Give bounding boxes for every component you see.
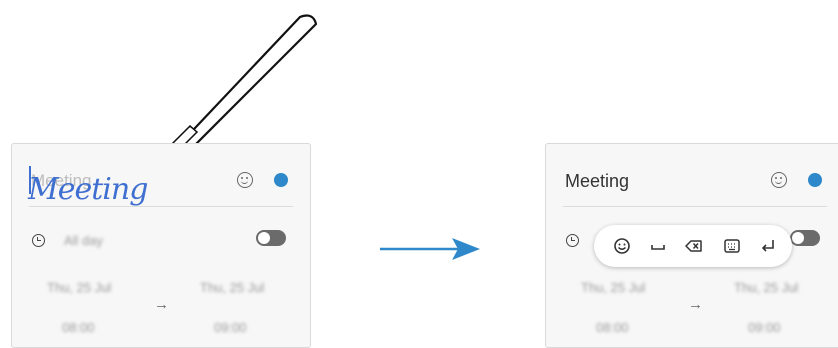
title-row: Meeting Meeting xyxy=(12,144,310,207)
title-text[interactable]: Meeting xyxy=(565,171,629,192)
date-range-arrow: → xyxy=(688,296,703,313)
emoji-icon[interactable] xyxy=(612,236,632,256)
handwriting-toolbar xyxy=(594,225,792,267)
end-time[interactable]: 09:00 xyxy=(748,320,781,335)
start-time[interactable]: 08:00 xyxy=(596,320,629,335)
keyboard-icon[interactable] xyxy=(722,236,742,256)
start-date[interactable]: Thu, 25 Jul xyxy=(581,280,645,295)
clock-icon xyxy=(566,234,579,247)
backspace-icon[interactable] xyxy=(684,236,704,256)
all-day-toggle[interactable] xyxy=(256,230,286,246)
end-date[interactable]: Thu, 25 Jul xyxy=(734,280,798,295)
end-date[interactable]: Thu, 25 Jul xyxy=(200,280,264,295)
color-dot-button[interactable] xyxy=(808,173,822,187)
emoji-icon[interactable] xyxy=(237,172,253,188)
clock-icon xyxy=(32,234,45,247)
start-date[interactable]: Thu, 25 Jul xyxy=(47,280,111,295)
enter-icon[interactable] xyxy=(758,236,778,256)
end-time[interactable]: 09:00 xyxy=(214,320,247,335)
all-day-toggle[interactable] xyxy=(790,230,820,246)
date-range-arrow: → xyxy=(154,296,169,313)
left-calendar-panel: Meeting Meeting All day Thu, 25 Jul → Th… xyxy=(11,143,311,348)
title-row: Meeting xyxy=(546,144,838,206)
handwritten-text: Meeting xyxy=(28,172,148,207)
emoji-icon[interactable] xyxy=(771,172,787,188)
divider xyxy=(563,206,827,207)
space-icon[interactable] xyxy=(648,236,668,256)
divider xyxy=(29,206,293,207)
color-dot-button[interactable] xyxy=(274,173,288,187)
transition-arrow-icon xyxy=(380,238,480,260)
start-time[interactable]: 08:00 xyxy=(62,320,95,335)
all-day-label: All day xyxy=(64,233,104,248)
